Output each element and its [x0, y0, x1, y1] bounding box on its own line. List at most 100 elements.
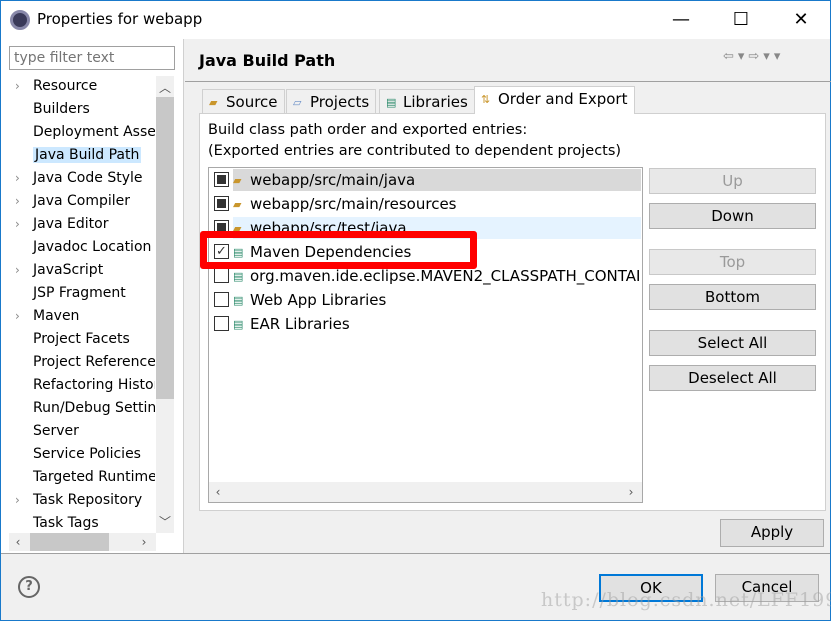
- export-checkbox[interactable]: [214, 268, 229, 283]
- apply-button[interactable]: Apply: [720, 519, 824, 547]
- list-item[interactable]: ▰ webapp/src/main/resources: [209, 192, 641, 216]
- sidebar-item-label: Project Facets: [33, 331, 130, 347]
- export-checkbox[interactable]: [214, 292, 229, 307]
- list-horizontal-scrollbar[interactable]: ‹ ›: [209, 482, 642, 502]
- export-checkbox[interactable]: [214, 196, 229, 211]
- filter-input[interactable]: [9, 46, 175, 70]
- sidebar-item-label: Service Policies: [33, 446, 141, 462]
- tree-scroll-thumb[interactable]: [156, 97, 174, 399]
- page-title: Java Build Path: [199, 51, 336, 70]
- export-checkbox[interactable]: [214, 316, 229, 331]
- sidebar-item-label: Resource: [33, 78, 98, 94]
- sidebar-item[interactable]: › Java Code Style: [15, 167, 155, 189]
- deselect-all-button[interactable]: Deselect All: [649, 365, 816, 391]
- select-all-button[interactable]: Select All: [649, 330, 816, 356]
- sidebar-item-label: Java Code Style: [33, 170, 143, 186]
- scroll-left-icon[interactable]: ‹: [9, 533, 27, 551]
- sidebar-item[interactable]: Server: [15, 420, 155, 442]
- sidebar-item[interactable]: Deployment Assembly: [15, 121, 155, 143]
- scroll-up-icon[interactable]: ︿: [156, 79, 174, 97]
- sidebar-item-label: Java Editor: [33, 216, 109, 232]
- minimize-button[interactable]: —: [661, 5, 701, 35]
- sidebar-item[interactable]: › Java Editor: [15, 213, 155, 235]
- sidebar-item-label: Refactoring History: [33, 377, 155, 393]
- sidebar-item[interactable]: JSP Fragment: [15, 282, 155, 304]
- library-icon: ▤: [233, 293, 244, 307]
- sidebar-item[interactable]: Run/Debug Settings: [15, 397, 155, 419]
- help-icon[interactable]: ?: [18, 576, 40, 598]
- maximize-button[interactable]: ☐: [721, 5, 761, 35]
- chevron-right-icon[interactable]: ›: [15, 167, 33, 189]
- sidebar-item-label: Java Build Path: [33, 147, 142, 163]
- source-folder-icon: ▰: [233, 173, 242, 187]
- tab-projects[interactable]: ▱ Projects: [286, 89, 377, 113]
- sidebar-item-label: Deployment Assembly: [33, 124, 155, 140]
- sidebar-item[interactable]: Service Policies: [15, 443, 155, 465]
- sidebar-item[interactable]: › Maven: [15, 305, 155, 327]
- project-folder-icon: ▱: [293, 95, 302, 109]
- list-item[interactable]: ▤ Web App Libraries: [209, 288, 641, 312]
- sidebar-item[interactable]: Task Tags: [15, 512, 155, 534]
- sidebar-item[interactable]: Builders: [15, 98, 155, 120]
- chevron-right-icon[interactable]: ›: [15, 75, 33, 97]
- chevron-right-icon[interactable]: ›: [15, 213, 33, 235]
- sidebar-item-label: Maven: [33, 308, 80, 324]
- watermark: http://blog.csdn.net/LFF1991: [541, 589, 831, 611]
- highlight-annotation: [200, 231, 477, 269]
- sidebar-item-label: Task Repository: [33, 492, 143, 508]
- sidebar-item-label: Javadoc Location: [33, 239, 152, 255]
- sidebar-item-label: Targeted Runtimes: [33, 469, 155, 485]
- scroll-right-icon[interactable]: ›: [135, 533, 153, 551]
- library-icon: ▤: [233, 317, 244, 331]
- list-item[interactable]: ▰ webapp/src/main/java: [209, 168, 641, 192]
- tab-order-and-export[interactable]: ⇅ Order and Export: [474, 86, 635, 114]
- sidebar-item[interactable]: Targeted Runtimes: [15, 466, 155, 488]
- sidebar-item-label: Builders: [33, 101, 90, 117]
- up-button[interactable]: Up: [649, 168, 816, 194]
- divider: [185, 81, 831, 82]
- window-title: Properties for webapp: [37, 10, 203, 28]
- source-folder-icon: ▰: [209, 95, 218, 109]
- sidebar-item[interactable]: Refactoring History: [15, 374, 155, 396]
- sidebar-item-label: JavaScript: [33, 262, 104, 278]
- sidebar-item[interactable]: Project References: [15, 351, 155, 373]
- chevron-right-icon[interactable]: ›: [15, 259, 33, 281]
- sidebar-item-label: Project References: [33, 354, 155, 370]
- sidebar-item-label: Task Tags: [33, 515, 99, 531]
- entry-label: org.maven.ide.eclipse.MAVEN2_CLASSPATH_C…: [250, 267, 641, 285]
- bottom-button[interactable]: Bottom: [649, 284, 816, 310]
- library-icon: ▤: [386, 95, 397, 109]
- chevron-right-icon[interactable]: ›: [15, 305, 33, 327]
- entry-label: Web App Libraries: [250, 291, 387, 309]
- tab-libraries[interactable]: ▤ Libraries: [379, 89, 475, 113]
- down-button[interactable]: Down: [649, 203, 816, 229]
- history-nav-icons[interactable]: ⇦▾⇨▾▾: [723, 49, 784, 64]
- sidebar-item[interactable]: Java Build Path: [15, 144, 155, 166]
- scroll-down-icon[interactable]: ﹀: [156, 513, 174, 531]
- scroll-left-icon[interactable]: ‹: [209, 483, 227, 501]
- top-button[interactable]: Top: [649, 249, 816, 275]
- scroll-right-icon[interactable]: ›: [622, 483, 640, 501]
- chevron-right-icon[interactable]: ›: [15, 190, 33, 212]
- sidebar-item[interactable]: › Java Compiler: [15, 190, 155, 212]
- sidebar-item[interactable]: › JavaScript: [15, 259, 155, 281]
- close-button[interactable]: ✕: [781, 5, 821, 35]
- source-folder-icon: ▰: [233, 197, 242, 211]
- eclipse-app-icon: [10, 10, 30, 30]
- sidebar-item-label: Java Compiler: [33, 193, 131, 209]
- sidebar-item[interactable]: Javadoc Location: [15, 236, 155, 258]
- chevron-right-icon[interactable]: ›: [15, 489, 33, 511]
- sidebar-item[interactable]: › Task Repository: [15, 489, 155, 511]
- entry-label: webapp/src/main/resources: [250, 195, 457, 213]
- description-line-2: (Exported entries are contributed to dep…: [208, 143, 622, 159]
- order-arrows-icon: ⇅: [481, 92, 491, 106]
- tab-source[interactable]: ▰ Source: [202, 89, 285, 113]
- list-item[interactable]: ▤ EAR Libraries: [209, 312, 641, 336]
- tree-hscroll-thumb[interactable]: [30, 533, 109, 551]
- sidebar-item-label: Server: [33, 423, 79, 439]
- export-checkbox[interactable]: [214, 172, 229, 187]
- sidebar-item[interactable]: Project Facets: [15, 328, 155, 350]
- divider: [1, 553, 830, 554]
- sidebar-item[interactable]: › Resource: [15, 75, 155, 97]
- description-line-1: Build class path order and exported entr…: [208, 122, 528, 138]
